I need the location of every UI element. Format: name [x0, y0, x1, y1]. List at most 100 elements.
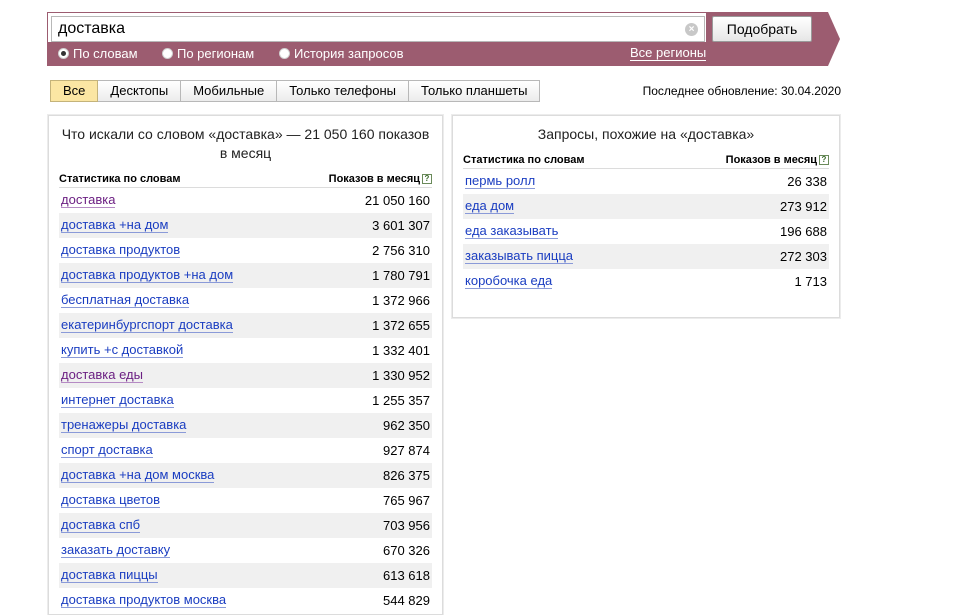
table-row: доставка продуктов москва 544 829 [59, 588, 432, 613]
search-input[interactable] [51, 16, 705, 42]
shows-count: 765 967 [383, 493, 430, 508]
phrase-link[interactable]: бесплатная доставка [61, 293, 190, 308]
table-row: бесплатная доставка 1 372 966 [59, 288, 432, 313]
left-panel-title: Что искали со словом «доставка» — 21 050… [61, 126, 430, 161]
col-shows-label: Показов в месяц? [329, 173, 432, 185]
all-regions-link[interactable]: Все регионы [630, 45, 707, 61]
table-row: заказывать пицца 272 303 [463, 244, 829, 269]
last-update: Последнее обновление: 30.04.2020 [642, 84, 841, 98]
shows-count: 272 303 [780, 249, 827, 264]
shows-count: 826 375 [383, 468, 430, 483]
tab-phones-only[interactable]: Только телефоны [277, 80, 410, 102]
device-tabs: Все Десктопы Мобильные Только телефоны Т… [50, 80, 541, 102]
shows-count: 1 255 357 [372, 393, 430, 408]
phrase-link[interactable]: доставка цветов [61, 493, 161, 508]
tab-mobile[interactable]: Мобильные [181, 80, 278, 102]
table-row: доставка +на дом 3 601 307 [59, 213, 432, 238]
table-row: еда заказывать 196 688 [463, 219, 829, 244]
help-icon[interactable]: ? [422, 173, 432, 184]
shows-count: 962 350 [383, 418, 430, 433]
radio-unchecked-icon [162, 48, 173, 59]
col-words-label: Статистика по словам [463, 153, 585, 166]
shows-count: 273 912 [780, 199, 827, 214]
right-panel-title: Запросы, похожие на «доставка» [537, 126, 755, 142]
phrase-link[interactable]: екатеринбургспорт доставка [61, 318, 233, 333]
shows-count: 544 829 [383, 593, 430, 608]
shows-count: 3 601 307 [372, 218, 430, 233]
table-row: екатеринбургспорт доставка 1 372 655 [59, 313, 432, 338]
table-row: доставка спб 703 956 [59, 513, 432, 538]
table-row: коробочка еда 1 713 [463, 269, 829, 294]
left-results-list: доставка 21 050 160 доставка +на дом 3 601 … [59, 188, 432, 613]
phrase-link[interactable]: доставка спб [61, 518, 141, 533]
shows-count: 1 372 966 [372, 293, 430, 308]
shows-count: 670 326 [383, 543, 430, 558]
shows-count: 1 332 401 [372, 343, 430, 358]
phrase-link[interactable]: доставка +на дом москва [61, 468, 215, 483]
table-row: пермь ролл 26 338 [463, 169, 829, 194]
shows-count: 1 372 655 [372, 318, 430, 333]
left-panel: Что искали со словом «доставка» — 21 050… [48, 115, 443, 615]
left-column-header: Статистика по словам Показов в месяц? [59, 170, 432, 188]
clear-icon[interactable]: × [685, 23, 698, 36]
radio-by-words[interactable]: По словам [58, 45, 138, 62]
shows-count: 2 756 310 [372, 243, 430, 258]
phrase-link[interactable]: доставка продуктов +на дом [61, 268, 234, 283]
shows-count: 196 688 [780, 224, 827, 239]
right-column-header: Статистика по словам Показов в месяц? [463, 151, 829, 169]
shows-count: 613 618 [383, 568, 430, 583]
search-band-arrow [828, 12, 840, 66]
phrase-link[interactable]: купить +с доставкой [61, 343, 184, 358]
tab-all[interactable]: Все [50, 80, 99, 102]
shows-count: 21 050 160 [364, 193, 430, 208]
phrase-link[interactable]: заказывать пицца [465, 249, 574, 264]
table-row: тренажеры доставка 962 350 [59, 413, 432, 438]
shows-count: 1 330 952 [372, 368, 430, 383]
table-row: еда дом 273 912 [463, 194, 829, 219]
radio-checked-icon [58, 48, 69, 59]
table-row: доставка цветов 765 967 [59, 488, 432, 513]
table-row: доставка пиццы 613 618 [59, 563, 432, 588]
phrase-link[interactable]: доставка продуктов москва [61, 593, 227, 608]
tab-tablets-only[interactable]: Только планшеты [409, 80, 541, 102]
tab-desktops[interactable]: Десктопы [98, 80, 182, 102]
phrase-link[interactable]: еда заказывать [465, 224, 559, 239]
pick-button[interactable]: Подобрать [712, 16, 812, 42]
phrase-link[interactable]: пермь ролл [465, 174, 536, 189]
col-words-label: Статистика по словам [59, 172, 181, 185]
table-row: купить +с доставкой 1 332 401 [59, 338, 432, 363]
phrase-link[interactable]: коробочка еда [465, 274, 553, 289]
col-shows-label: Показов в месяц? [726, 154, 829, 166]
shows-count: 927 874 [383, 443, 430, 458]
phrase-link[interactable]: интернет доставка [61, 393, 174, 408]
radio-by-regions-label: По регионам [177, 46, 255, 61]
phrase-link[interactable]: спорт доставка [61, 443, 153, 458]
right-results-list: пермь ролл 26 338 еда дом 273 912 еда заказы… [463, 169, 829, 294]
table-row: доставка +на дом москва 826 375 [59, 463, 432, 488]
phrase-link[interactable]: доставка продуктов [61, 243, 181, 258]
phrase-link[interactable]: еда дом [465, 199, 515, 214]
table-row: заказать доставку 670 326 [59, 538, 432, 563]
table-row: доставка еды 1 330 952 [59, 363, 432, 388]
table-row: доставка 21 050 160 [59, 188, 432, 213]
phrase-link[interactable]: доставка еды [61, 368, 143, 383]
help-icon[interactable]: ? [819, 154, 829, 165]
table-row: доставка продуктов +на дом 1 780 791 [59, 263, 432, 288]
phrase-link[interactable]: заказать доставку [61, 543, 171, 558]
shows-count: 703 956 [383, 518, 430, 533]
shows-count: 1 713 [794, 274, 827, 289]
shows-count: 1 780 791 [372, 268, 430, 283]
phrase-link[interactable]: доставка [61, 193, 116, 208]
radio-by-words-label: По словам [73, 46, 138, 61]
right-panel: Запросы, похожие на «доставка» Статистик… [452, 115, 840, 318]
shows-count: 26 338 [787, 174, 827, 189]
radio-by-regions[interactable]: По регионам [162, 45, 254, 62]
phrase-link[interactable]: доставка пиццы [61, 568, 158, 583]
radio-history-label: История запросов [294, 46, 404, 61]
table-row: доставка продуктов 2 756 310 [59, 238, 432, 263]
phrase-link[interactable]: тренажеры доставка [61, 418, 187, 433]
phrase-link[interactable]: доставка +на дом [61, 218, 169, 233]
radio-history[interactable]: История запросов [279, 45, 404, 62]
table-row: интернет доставка 1 255 357 [59, 388, 432, 413]
table-row: спорт доставка 927 874 [59, 438, 432, 463]
